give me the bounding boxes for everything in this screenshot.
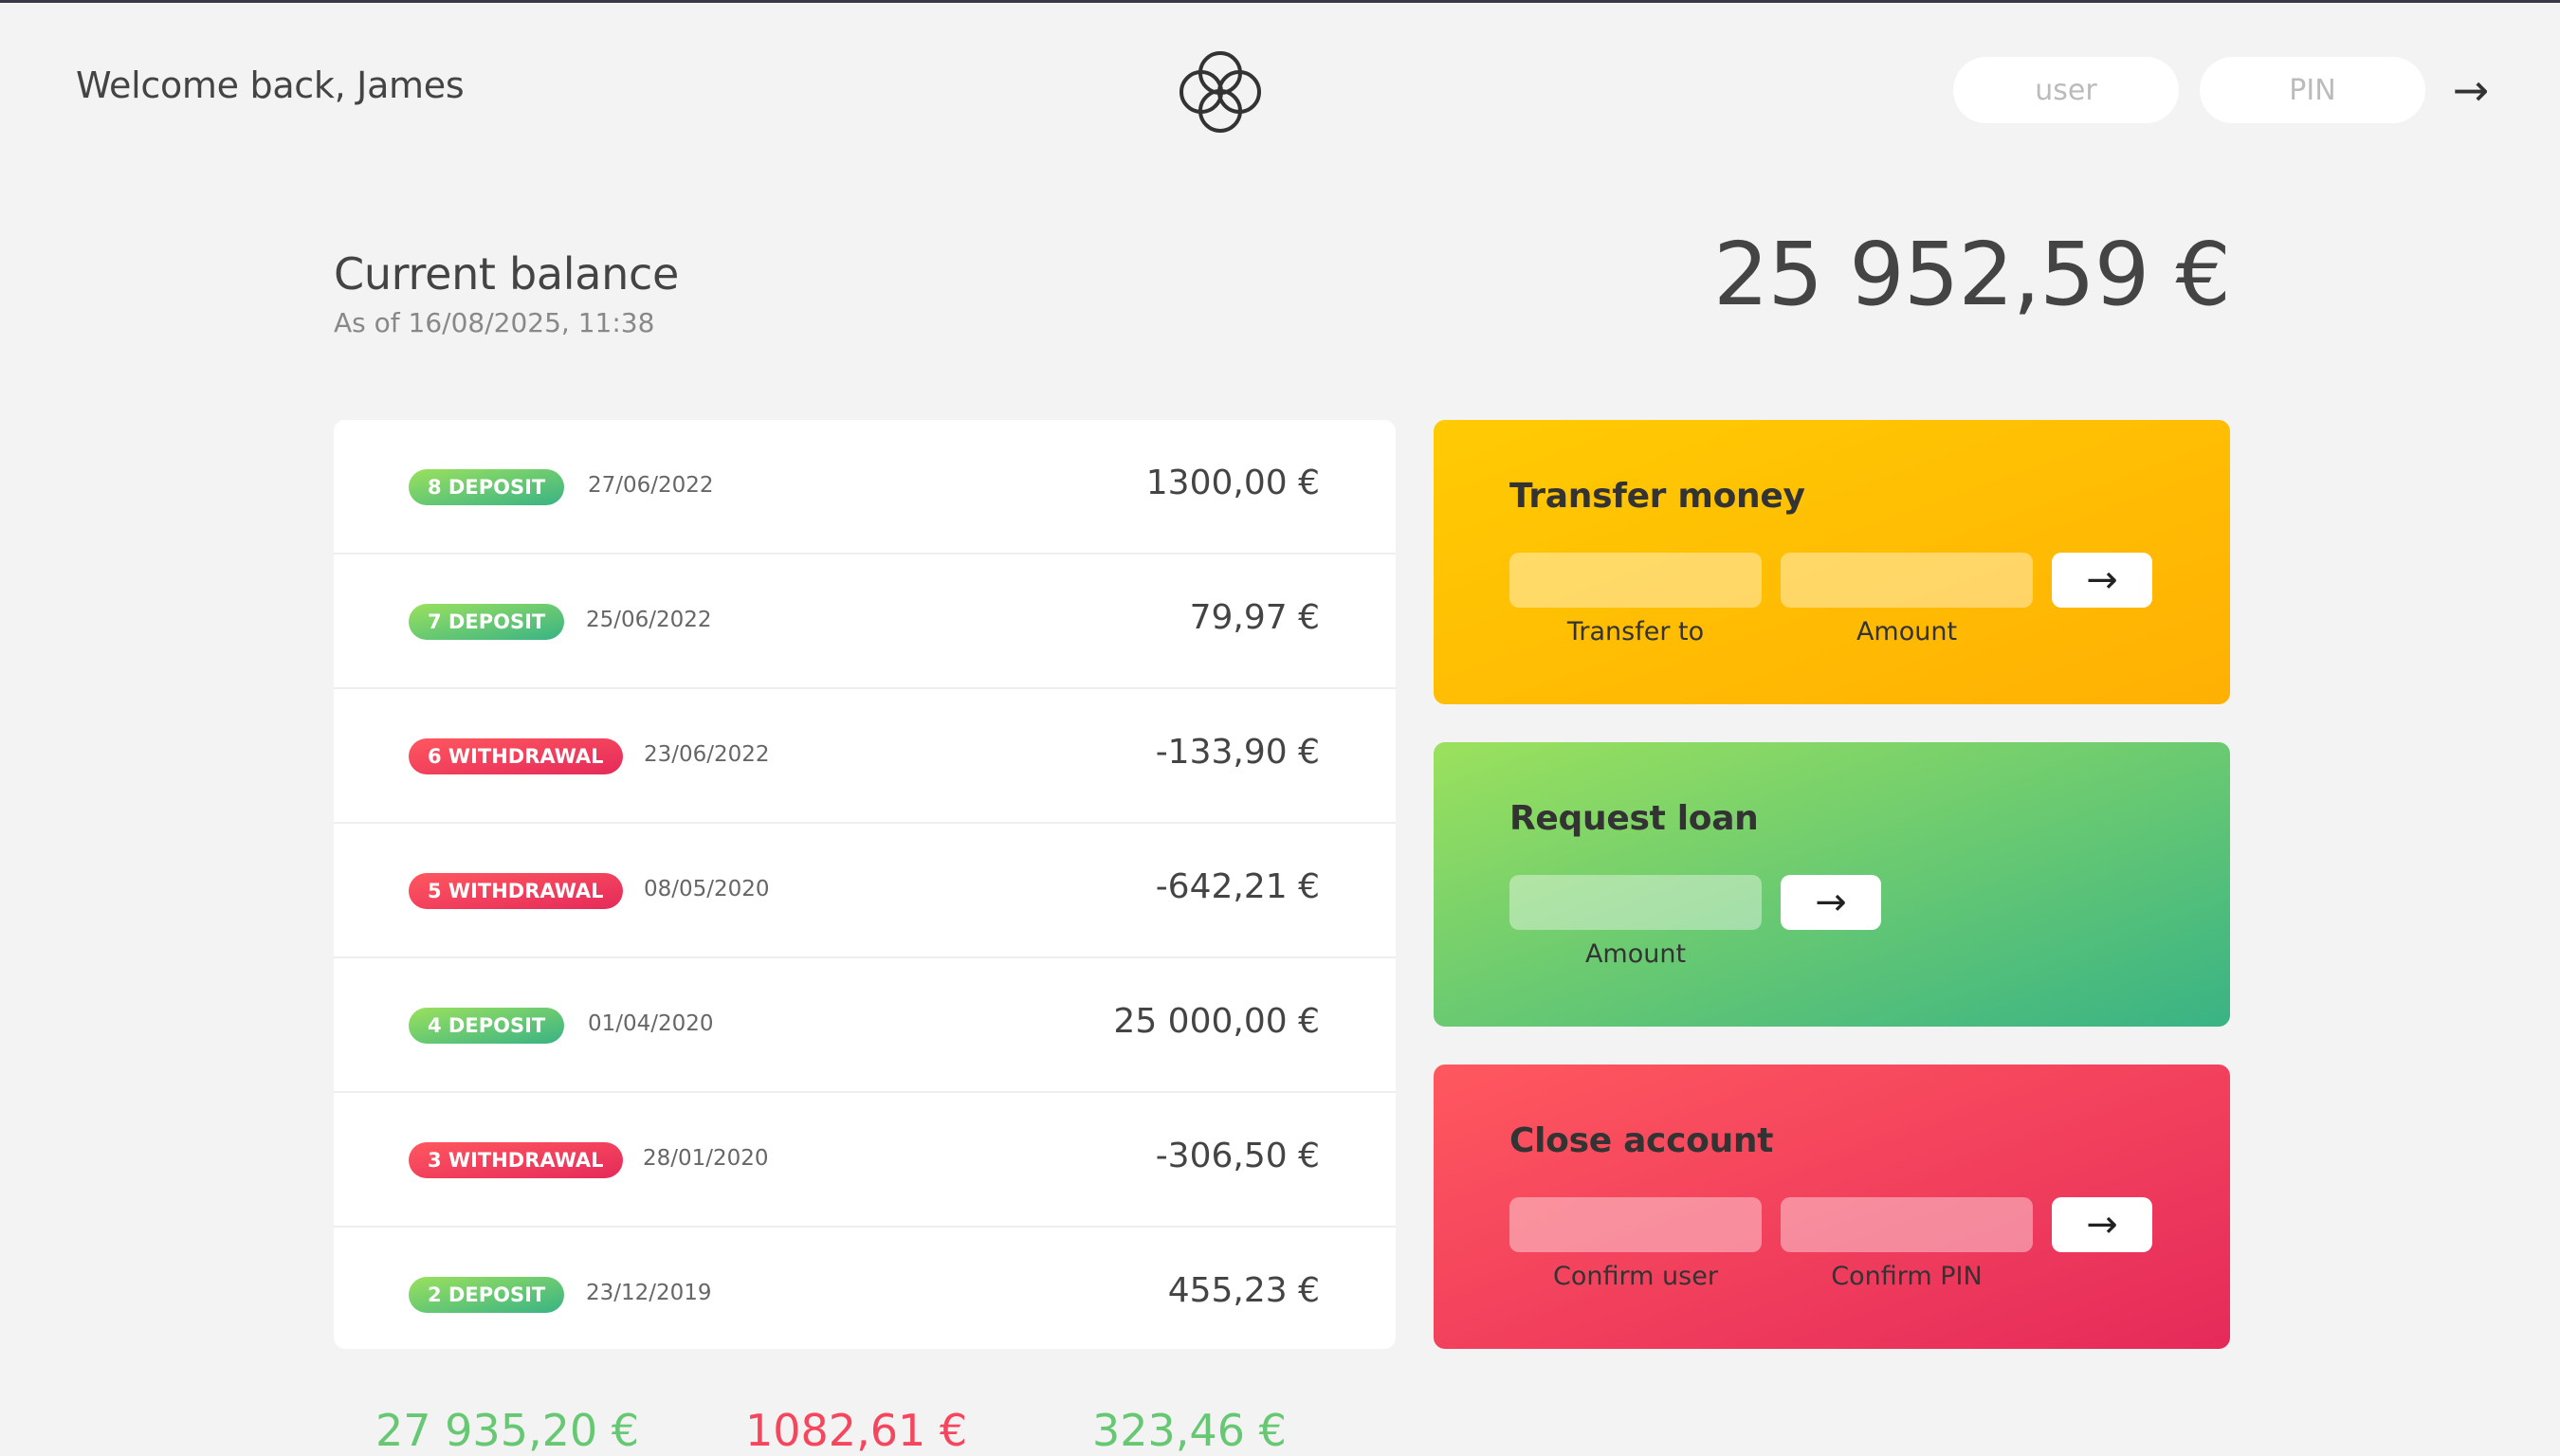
movement-value: 25 000,00 € [1113, 1002, 1320, 1041]
movement-row: 7 DEPOSIT 25/06/2022 79,97 € [334, 555, 1396, 689]
balance-label: Current balance [334, 248, 679, 300]
loan-amount-label: Amount [1584, 939, 1687, 969]
close-submit-button[interactable]: → [2052, 1197, 2152, 1252]
movement-date: 28/01/2020 [643, 1146, 769, 1171]
transfer-title: Transfer money [1509, 477, 1805, 516]
movement-row: 3 WITHDRAWAL 28/01/2020 -306,50 € [334, 1093, 1396, 1228]
movement-value: 79,97 € [1189, 598, 1320, 637]
movements-list: 8 DEPOSIT 27/06/2022 1300,00 € 7 DEPOSIT… [334, 420, 1396, 1349]
summary-in-value: 27 935,20 € [375, 1405, 639, 1456]
transfer-card: Transfer money → Transfer to Amount [1434, 420, 2230, 704]
movement-type-badge: 2 DEPOSIT [409, 1277, 565, 1313]
close-pin-label: Confirm PIN [1831, 1262, 1983, 1291]
transfer-amount-label: Amount [1856, 617, 1958, 646]
transfer-amount-input[interactable] [1781, 553, 2033, 608]
movement-value: -306,50 € [1155, 1137, 1320, 1175]
balance-value: 25 952,59 € [1713, 224, 2231, 325]
movement-row: 5 WITHDRAWAL 08/05/2020 -642,21 € [334, 824, 1396, 958]
movement-type-badge: 7 DEPOSIT [409, 604, 565, 640]
login-button[interactable]: → [2444, 59, 2497, 121]
movement-date: 01/04/2020 [588, 1011, 714, 1036]
loan-title: Request loan [1509, 799, 1759, 838]
close-user-input[interactable] [1509, 1197, 1762, 1252]
movement-value: -133,90 € [1155, 733, 1320, 772]
movement-date: 25/06/2022 [586, 608, 712, 632]
movement-type-badge: 3 WITHDRAWAL [409, 1142, 623, 1178]
movement-type-badge: 4 DEPOSIT [409, 1008, 565, 1044]
login-pin-input[interactable] [2200, 57, 2425, 123]
top-border [0, 0, 2560, 3]
close-pin-input[interactable] [1781, 1197, 2033, 1252]
movement-row: 2 DEPOSIT 23/12/2019 455,23 € [334, 1228, 1396, 1349]
transfer-to-label: Transfer to [1566, 617, 1705, 646]
transfer-to-input[interactable] [1509, 553, 1762, 608]
movement-date: 27/06/2022 [588, 473, 714, 498]
movement-type-badge: 6 WITHDRAWAL [409, 738, 623, 774]
movement-type-badge: 8 DEPOSIT [409, 469, 565, 505]
transfer-submit-button[interactable]: → [2052, 553, 2152, 608]
summary-interest-value: 323,46 € [1092, 1405, 1287, 1456]
movement-date: 08/05/2020 [644, 877, 770, 901]
loan-card: Request loan → Amount [1434, 742, 2230, 1027]
movement-row: 8 DEPOSIT 27/06/2022 1300,00 € [334, 420, 1396, 555]
logo-icon [1179, 51, 1261, 133]
movement-row: 6 WITHDRAWAL 23/06/2022 -133,90 € [334, 689, 1396, 824]
movement-value: 1300,00 € [1145, 464, 1320, 502]
movement-value: -642,21 € [1155, 867, 1320, 906]
movement-type-badge: 5 WITHDRAWAL [409, 873, 623, 909]
loan-amount-input[interactable] [1509, 875, 1762, 930]
summary-out-value: 1082,61 € [745, 1405, 968, 1456]
login-user-input[interactable] [1953, 57, 2179, 123]
close-title: Close account [1509, 1121, 1774, 1160]
close-user-label: Confirm user [1553, 1262, 1718, 1291]
close-account-card: Close account → Confirm user Confirm PIN [1434, 1065, 2230, 1349]
balance-date: As of 16/08/2025, 11:38 [334, 307, 655, 338]
movement-value: 455,23 € [1167, 1271, 1320, 1310]
welcome-message: Welcome back, James [76, 64, 465, 106]
loan-submit-button[interactable]: → [1781, 875, 1881, 930]
movement-date: 23/12/2019 [586, 1281, 712, 1305]
movement-date: 23/06/2022 [644, 742, 770, 767]
movement-row: 4 DEPOSIT 01/04/2020 25 000,00 € [334, 958, 1396, 1093]
